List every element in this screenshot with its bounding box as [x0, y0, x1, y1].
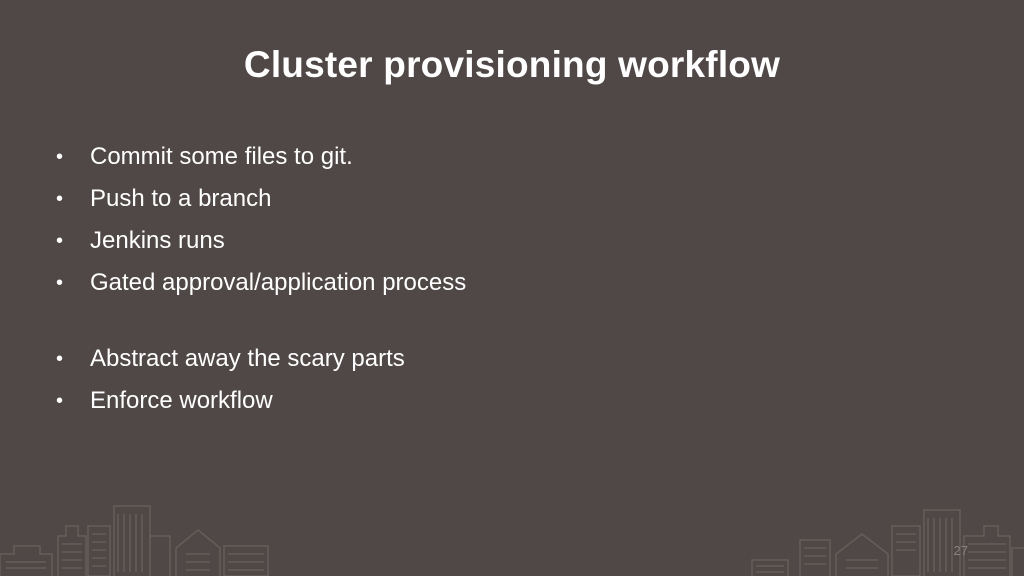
- bullet-item: • Gated approval/application process: [56, 266, 956, 308]
- bullet-text: Gated approval/application process: [90, 269, 467, 296]
- slide: Cluster provisioning workflow • Commit s…: [0, 0, 1024, 576]
- bullet-text: Abstract away the scary parts: [90, 345, 405, 372]
- bullet-text: Jenkins runs: [90, 227, 225, 254]
- bullet-marker: •: [56, 348, 64, 370]
- bullet-text: Push to a branch: [90, 185, 272, 212]
- city-skyline-decoration: [0, 505, 1024, 576]
- bullet-item: • Enforce workflow: [56, 384, 956, 426]
- bullet-marker: •: [56, 230, 64, 252]
- page-number: 27: [953, 543, 968, 558]
- slide-title: Cluster provisioning workflow: [243, 44, 781, 85]
- bullet-item: • Commit some files to git.: [56, 140, 956, 182]
- bullet-item: • Abstract away the scary parts: [56, 342, 956, 384]
- bullet-item: • Jenkins runs: [56, 224, 956, 266]
- bullet-marker: •: [56, 146, 64, 168]
- bullet-marker: •: [56, 188, 64, 210]
- bullet-text: Commit some files to git.: [90, 143, 353, 170]
- bullet-text: Enforce workflow: [90, 387, 273, 414]
- bullet-marker: •: [56, 272, 64, 294]
- bullet-item: • Push to a branch: [56, 182, 956, 224]
- bullet-marker: •: [56, 390, 64, 412]
- bullet-list: • Commit some files to git. • Push to a …: [56, 140, 956, 426]
